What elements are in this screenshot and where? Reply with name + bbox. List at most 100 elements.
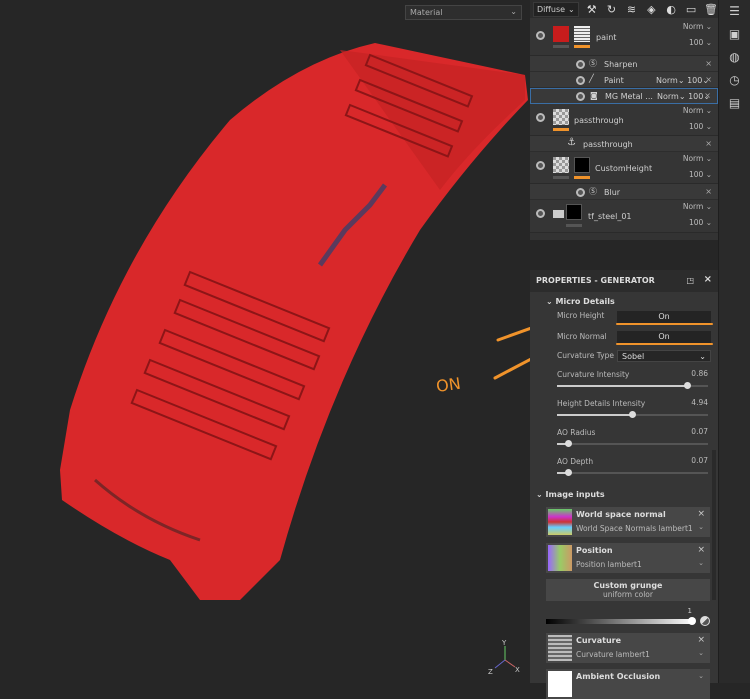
layers-icon[interactable]: ☰ — [728, 4, 742, 18]
slider-label: Curvature Intensity — [557, 370, 630, 379]
close-icon[interactable]: × — [705, 75, 712, 84]
close-icon[interactable]: × — [697, 635, 705, 645]
channel-select[interactable]: Diffuse ⌄ — [533, 1, 579, 17]
environment-icon[interactable]: ◍ — [728, 50, 742, 64]
slider-fill — [557, 385, 687, 387]
opacity-select[interactable]: 100 ⌄ — [689, 170, 712, 179]
micro-details-section[interactable]: ⌄ Micro Details — [530, 292, 718, 310]
sublayer-sharpen[interactable]: Ⓢ Sharpen × — [530, 56, 718, 72]
chevron-down-icon[interactable]: ⌄ — [698, 559, 704, 567]
sublayer-blur[interactable]: Ⓢ Blur × — [530, 184, 718, 200]
input-source[interactable]: World Space Normals lambert1 — [576, 524, 693, 533]
close-icon[interactable]: × — [697, 545, 705, 555]
close-icon[interactable]: × — [704, 91, 711, 100]
slider-value[interactable]: 0.86 — [691, 369, 708, 378]
wand-icon[interactable]: ⚒ — [585, 3, 599, 16]
sublayer-name: Sharpen — [604, 60, 638, 69]
layer-customheight[interactable]: CustomHeight Norm ⌄ 100 ⌄ — [530, 152, 718, 184]
input-world-space-normal[interactable]: World space normal World Space Normals l… — [546, 507, 710, 537]
slider-value[interactable]: 4.94 — [691, 398, 708, 407]
refresh-mask-icon[interactable]: ↻ — [605, 3, 619, 16]
layer-tf-steel[interactable]: tf_steel_01 Norm ⌄ 100 ⌄ — [530, 200, 718, 233]
chevron-down-icon[interactable]: ⌄ — [698, 672, 704, 680]
blend-select[interactable]: Norm⌄ 100⌄ — [656, 76, 709, 85]
close-icon[interactable]: × — [704, 274, 712, 285]
visibility-icon[interactable] — [536, 161, 545, 170]
scrollbar[interactable] — [712, 450, 716, 600]
close-icon[interactable]: × — [705, 59, 712, 68]
slider-track[interactable] — [557, 440, 708, 447]
curvature-type-select[interactable]: Sobel ⌄ — [617, 350, 711, 362]
slider-knob[interactable] — [683, 382, 691, 389]
log-icon[interactable]: ▤ — [728, 96, 742, 110]
slider-knob[interactable] — [564, 440, 572, 447]
sublayer-paint[interactable]: ╱ Paint Norm⌄ 100⌄ × — [530, 72, 718, 88]
grunge-level-slider[interactable]: 1 — [546, 607, 710, 629]
slider-track[interactable] — [557, 411, 708, 418]
micro-height-toggle[interactable]: On — [617, 311, 711, 323]
blend-select[interactable]: Norm ⌄ — [683, 154, 712, 163]
generator-icon: ◙ — [590, 91, 598, 100]
mesh-render: ON Y X Z — [60, 43, 530, 676]
slider-knob[interactable] — [628, 411, 636, 418]
slider-curvature-intensity[interactable]: Curvature Intensity 0.86 — [530, 367, 718, 396]
display-settings-icon[interactable]: ▣ — [728, 27, 742, 41]
trash-icon[interactable]: 🗑 — [704, 3, 718, 16]
input-source[interactable]: Curvature lambert1 — [576, 650, 650, 659]
close-icon[interactable]: × — [697, 509, 705, 519]
opacity-select[interactable]: 100 ⌄ — [689, 122, 712, 131]
smart-material-icon[interactable]: ◐ — [664, 3, 678, 16]
annotation-underline — [616, 323, 713, 325]
blend-select[interactable]: Norm⌄ 100⌄ — [657, 92, 710, 101]
slider-label: Height Details Intensity — [557, 399, 646, 408]
opacity-select[interactable]: 100 ⌄ — [689, 38, 712, 47]
add-layer-icon[interactable]: ≋ — [624, 3, 638, 16]
popout-icon[interactable]: ◳ — [686, 276, 694, 285]
add-folder-icon[interactable]: ▭ — [684, 3, 698, 16]
slider-value[interactable]: 0.07 — [691, 456, 708, 465]
slider-ao-depth[interactable]: AO Depth 0.07 — [530, 454, 718, 483]
opacity-select[interactable]: 100 ⌄ — [689, 218, 712, 227]
history-icon[interactable]: ◷ — [728, 73, 742, 87]
3d-viewport[interactable]: ON Y X Z Material ⌄ — [0, 0, 530, 683]
chevron-down-icon[interactable]: ⌄ — [698, 649, 704, 657]
input-position[interactable]: Position Position lambert1 × ⌄ — [546, 543, 710, 573]
input-title: World space normal — [576, 510, 666, 519]
close-icon[interactable]: × — [705, 187, 712, 196]
micro-normal-toggle[interactable]: On — [617, 331, 711, 343]
input-curvature[interactable]: Curvature Curvature lambert1 × ⌄ — [546, 633, 710, 663]
input-ambient-occlusion[interactable]: Ambient Occlusion ⌄ — [546, 669, 710, 699]
slider-track[interactable] — [557, 469, 708, 476]
sublayer-anchor[interactable]: ⚓ passthrough × — [530, 136, 718, 152]
input-source[interactable]: Position lambert1 — [576, 560, 642, 569]
sublayer-mg-metal[interactable]: ◙ MG Metal ... Norm⌄ 100⌄ × — [530, 88, 718, 104]
visibility-icon[interactable] — [536, 113, 545, 122]
blend-select[interactable]: Norm ⌄ — [683, 22, 712, 31]
fill-icon[interactable]: ◈ — [644, 3, 658, 16]
visibility-icon[interactable] — [576, 92, 585, 101]
visibility-icon[interactable] — [576, 60, 585, 69]
slider-value[interactable]: 0.07 — [691, 427, 708, 436]
visibility-icon[interactable] — [536, 209, 545, 218]
visibility-icon[interactable] — [536, 31, 545, 40]
section-title: Micro Details — [555, 297, 615, 306]
slider-track[interactable] — [557, 382, 708, 389]
blend-select[interactable]: Norm ⌄ — [683, 202, 712, 211]
slider-knob[interactable] — [564, 469, 572, 476]
slider-knob[interactable] — [688, 617, 696, 625]
slider-height-details-intensity[interactable]: Height Details Intensity 4.94 — [530, 396, 718, 425]
material-select[interactable]: Material ⌄ — [405, 5, 522, 20]
layer-panel: Diffuse ⌄ ⚒ ↻ ≋ ◈ ◐ ▭ 🗑 paint Norm ⌄ 100 … — [530, 0, 718, 699]
reset-icon[interactable] — [700, 616, 710, 626]
close-icon[interactable]: × — [705, 139, 712, 148]
image-inputs-section[interactable]: ⌄ Image inputs — [530, 487, 718, 507]
blend-select[interactable]: Norm ⌄ — [683, 106, 712, 115]
custom-grunge-button[interactable]: Custom grunge uniform color — [546, 579, 710, 601]
slider-ao-radius[interactable]: AO Radius 0.07 — [530, 425, 718, 454]
layer-passthrough[interactable]: passthrough Norm ⌄ 100 ⌄ — [530, 104, 718, 136]
chevron-down-icon[interactable]: ⌄ — [698, 523, 704, 531]
visibility-icon[interactable] — [576, 76, 585, 85]
visibility-icon[interactable] — [576, 188, 585, 197]
layer-paint[interactable]: paint Norm ⌄ 100 ⌄ — [530, 18, 718, 56]
properties-panel: PROPERTIES - GENERATOR ◳ × ⌄ Micro Detai… — [530, 270, 718, 699]
